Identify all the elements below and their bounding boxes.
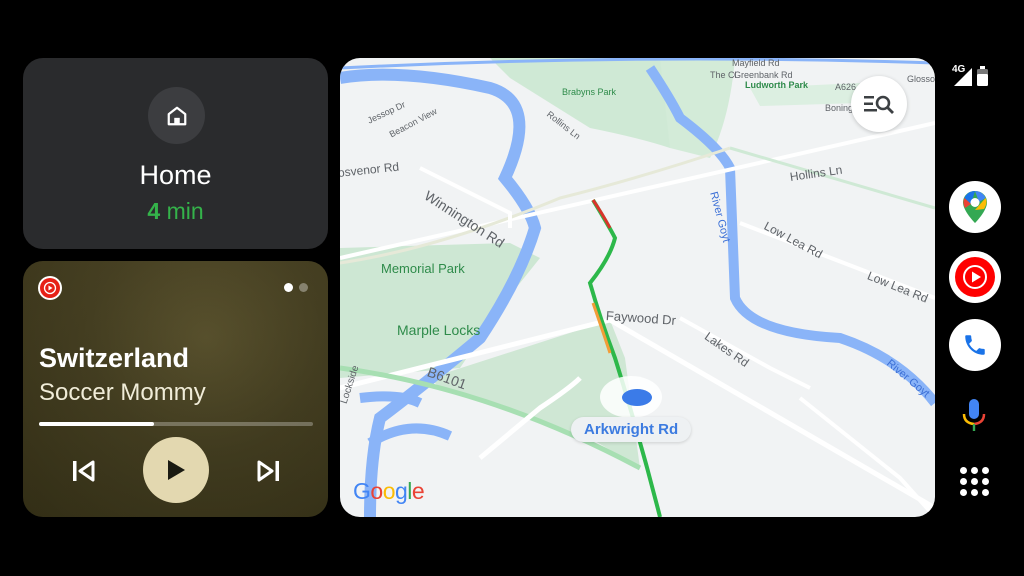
launcher-dot xyxy=(971,478,978,485)
playback-progress[interactable] xyxy=(39,422,313,426)
current-street-label: Arkwright Rd xyxy=(571,417,692,442)
status-bar: 4G xyxy=(952,64,988,86)
destination-name: Home xyxy=(139,160,212,190)
launcher-dot xyxy=(971,489,978,496)
map-label: Ludworth Park xyxy=(745,80,809,90)
google-maps-icon xyxy=(963,191,987,223)
play-icon xyxy=(168,460,185,480)
battery-icon xyxy=(977,66,988,86)
map-label: Brabyns Park xyxy=(562,87,617,97)
microphone-icon xyxy=(962,399,986,431)
logo-letter: g xyxy=(394,478,408,504)
artist-name: Soccer Mommy xyxy=(39,379,206,406)
phone-icon xyxy=(965,335,985,355)
play-button[interactable] xyxy=(143,437,209,503)
page-dot-active xyxy=(284,283,293,292)
app-launcher-button[interactable] xyxy=(960,467,989,496)
page-dot xyxy=(299,283,308,292)
map-label: Greenbank Rd xyxy=(734,70,793,80)
map-label: Glosso xyxy=(907,74,935,84)
eta-unit: min xyxy=(166,198,204,224)
skip-next-icon xyxy=(257,460,279,482)
navigation-card[interactable]: Home 4 min xyxy=(23,58,328,249)
previous-button[interactable] xyxy=(68,456,100,486)
youtube-music-button[interactable] xyxy=(949,251,1001,303)
logo-letter: e xyxy=(411,478,425,504)
skip-previous-icon xyxy=(73,460,95,482)
youtube-music-icon[interactable] xyxy=(38,276,62,300)
assistant-button[interactable] xyxy=(962,398,986,439)
map-label: Memorial Park xyxy=(381,261,465,276)
logo-letter: o xyxy=(370,478,383,504)
launcher-dot xyxy=(960,478,967,485)
next-button[interactable] xyxy=(252,456,284,486)
logo-letter: o xyxy=(382,478,396,504)
launcher-dot xyxy=(982,467,989,474)
map-label: Marple Locks xyxy=(397,322,481,338)
launcher-dot xyxy=(982,478,989,485)
map-label: A626 xyxy=(835,82,857,92)
launcher-dot xyxy=(960,489,967,496)
page-indicator xyxy=(284,283,308,292)
search-button[interactable] xyxy=(851,76,907,132)
map-view[interactable]: Brabyns Park Jessop Dr Beacon View Rolli… xyxy=(340,58,935,517)
media-card[interactable]: Switzerland Soccer Mommy xyxy=(23,261,328,517)
phone-button[interactable] xyxy=(949,319,1001,371)
map-canvas xyxy=(340,58,935,517)
google-attribution: Google xyxy=(353,478,425,505)
home-icon xyxy=(148,87,205,144)
launcher-dot xyxy=(982,489,989,496)
current-location-marker xyxy=(622,389,652,406)
launcher-dot xyxy=(960,467,967,474)
song-title: Switzerland xyxy=(39,343,190,373)
traffic-slow xyxy=(591,199,612,229)
google-maps-button[interactable] xyxy=(949,181,1001,233)
logo-letter: G xyxy=(353,478,371,504)
map-label: Mayfield Rd xyxy=(732,58,780,68)
youtube-music-icon xyxy=(955,257,995,297)
progress-fill xyxy=(39,422,155,426)
river xyxy=(359,391,423,408)
eta: 4 min xyxy=(23,198,328,225)
eta-number: 4 xyxy=(147,198,161,224)
search-list-icon xyxy=(864,95,894,114)
launcher-dot xyxy=(971,467,978,474)
network-type: 4G xyxy=(952,64,966,75)
map-label: The Cl xyxy=(710,70,737,80)
